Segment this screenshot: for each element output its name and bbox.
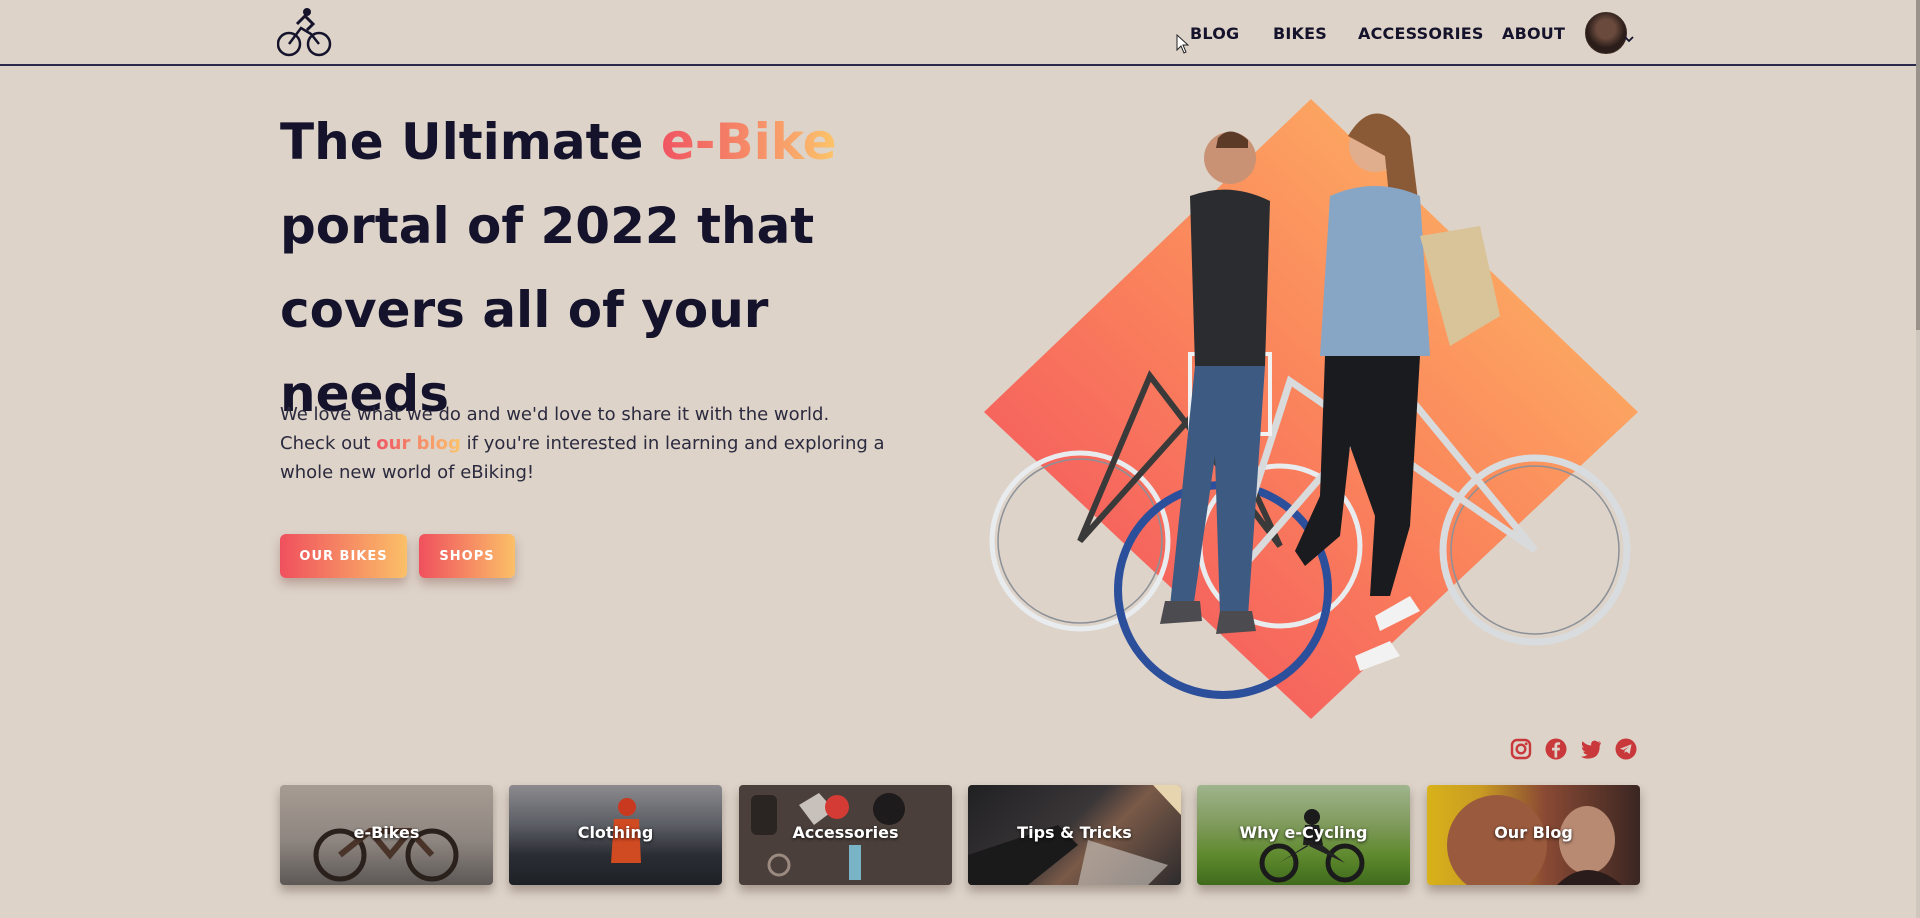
category-label: e-Bikes	[353, 823, 420, 842]
hero-description: We love what we do and we'd love to shar…	[280, 400, 920, 487]
nav-about[interactable]: ABOUT	[1502, 24, 1565, 43]
nav-blog[interactable]: BLOG	[1190, 24, 1239, 43]
hero-couple-bikes-image	[984, 99, 1638, 719]
hero-desc-line1: We love what we do and we'd love to shar…	[280, 404, 830, 425]
mouse-cursor-icon	[1176, 34, 1190, 54]
hero-title-part1: The Ultimate	[280, 113, 661, 171]
category-card-accessories[interactable]: Accessories	[739, 785, 952, 885]
nav-bikes[interactable]: BIKES	[1273, 24, 1327, 43]
hero-title-highlight: e-Bike	[660, 113, 837, 171]
category-label: Accessories	[792, 823, 899, 842]
scrollbar-thumb[interactable]	[1916, 0, 1920, 330]
hero-title-part2: portal of 2022 that covers all of your n…	[280, 197, 815, 423]
nav-accessories[interactable]: ACCESSORIES	[1358, 24, 1484, 43]
twitter-icon[interactable]	[1580, 738, 1602, 760]
facebook-icon[interactable]	[1545, 738, 1567, 760]
category-card-tips-tricks[interactable]: Tips & Tricks	[968, 785, 1181, 885]
category-card-why-e-cycling[interactable]: Why e-Cycling	[1197, 785, 1410, 885]
page-scrollbar[interactable]	[1916, 0, 1920, 918]
user-avatar[interactable]	[1585, 12, 1627, 54]
hero-desc-line2: Check out our blog if you're interested …	[280, 429, 920, 487]
e-moto-rider-photo	[1259, 809, 1365, 883]
our-bikes-button[interactable]: OUR BIKES	[280, 534, 407, 578]
shops-button[interactable]: SHOPS	[419, 534, 515, 578]
category-label: Why e-Cycling	[1239, 823, 1368, 842]
chevron-down-icon[interactable]	[1624, 34, 1634, 44]
cyclist-logo-icon[interactable]	[277, 6, 333, 58]
telegram-icon[interactable]	[1615, 738, 1637, 760]
category-label: Our Blog	[1494, 823, 1573, 842]
hero-title: The Ultimate e-Bike portal of 2022 that c…	[280, 100, 940, 436]
category-label: Tips & Tricks	[1017, 823, 1132, 842]
category-card-our-blog[interactable]: Our Blog	[1427, 785, 1640, 885]
category-card-e-bikes[interactable]: e-Bikes	[280, 785, 493, 885]
instagram-icon[interactable]	[1510, 738, 1532, 760]
hero-desc-pre: Check out	[280, 433, 377, 454]
our-blog-link[interactable]: our blog	[376, 433, 461, 454]
category-label: Clothing	[577, 823, 654, 842]
category-card-clothing[interactable]: Clothing	[509, 785, 722, 885]
site-header: BLOG BIKES ACCESSORIES ABOUT	[0, 0, 1916, 66]
